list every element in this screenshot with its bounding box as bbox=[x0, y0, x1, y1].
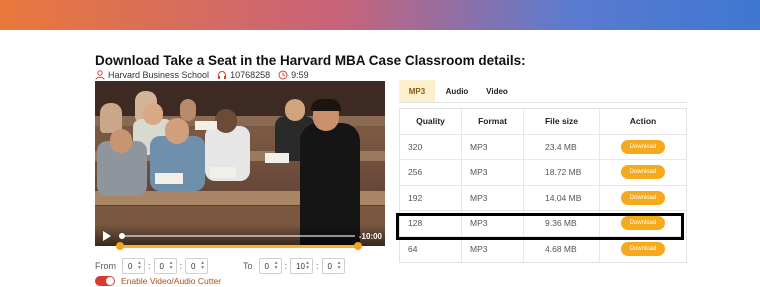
video-time: -10:00 bbox=[358, 232, 382, 241]
from-seconds-input[interactable]: 0 ▲ ▼ bbox=[185, 258, 209, 274]
from-hours-value: 0 bbox=[128, 261, 133, 271]
time-separator: : bbox=[316, 261, 319, 271]
author-meta: Harvard Business School bbox=[95, 70, 209, 80]
quality-cell: 64 bbox=[400, 236, 462, 262]
quality-cell: 320 bbox=[400, 134, 462, 159]
meta-row: Harvard Business School 10768258 9:59 bbox=[95, 70, 317, 80]
size-cell: 14.04 MB bbox=[524, 185, 600, 210]
time-separator: : bbox=[179, 261, 183, 271]
scene-namecard bbox=[265, 153, 289, 163]
download-button[interactable]: Download bbox=[621, 165, 665, 180]
spinner-arrows-icon[interactable]: ▲ ▼ bbox=[305, 261, 310, 271]
video-progress-knob[interactable] bbox=[119, 233, 125, 239]
header-quality: Quality bbox=[400, 109, 462, 134]
spinner-arrows-icon[interactable]: ▲ ▼ bbox=[274, 261, 279, 271]
quality-cell: 256 bbox=[400, 160, 462, 185]
cutter-toggle[interactable] bbox=[95, 276, 115, 286]
format-cell: MP3 bbox=[462, 236, 524, 262]
video-player[interactable]: -10:00 bbox=[95, 81, 385, 246]
size-cell: 23.4 MB bbox=[524, 134, 600, 159]
play-icon[interactable] bbox=[103, 231, 111, 241]
to-seconds-value: 0 bbox=[327, 261, 332, 271]
scene-professor-hair bbox=[311, 99, 341, 111]
table-row: 192 MP3 14.04 MB Download bbox=[400, 185, 686, 211]
table-row: 320 MP3 23.4 MB Download bbox=[400, 134, 686, 160]
size-cell: 4.68 MB bbox=[524, 236, 600, 262]
download-button[interactable]: Download bbox=[621, 139, 665, 154]
action-cell: Download bbox=[600, 186, 686, 211]
header-file-size: File size bbox=[524, 109, 600, 134]
spinner-arrows-icon[interactable]: ▲ ▼ bbox=[137, 261, 142, 271]
action-cell: Download bbox=[600, 135, 686, 160]
tab-audio[interactable]: Audio bbox=[439, 80, 475, 102]
quality-cell: 192 bbox=[400, 185, 462, 210]
to-hours-input[interactable]: 0 ▲ ▼ bbox=[258, 258, 282, 274]
cutter-toggle-label: Enable Video/Audio Cutter bbox=[121, 276, 222, 286]
scene-person bbox=[215, 109, 237, 133]
cutter-from-row: From 0 ▲ ▼ : 0 ▲ ▼ : 0 ▲ ▼ bbox=[95, 258, 209, 274]
listens-meta: 10768258 bbox=[217, 70, 270, 80]
scene-namecard bbox=[210, 167, 236, 178]
header-format: Format bbox=[462, 109, 524, 134]
table-header: Quality Format File size Action bbox=[400, 109, 686, 135]
clock-icon bbox=[278, 70, 288, 80]
cutter-end-handle[interactable] bbox=[354, 242, 362, 250]
duration-value: 9:59 bbox=[291, 70, 309, 80]
header-action: Action bbox=[629, 116, 657, 127]
top-banner bbox=[0, 0, 760, 30]
to-hours-value: 0 bbox=[264, 261, 269, 271]
time-separator: : bbox=[148, 261, 151, 271]
scene-namecard bbox=[155, 173, 183, 184]
from-hours-input[interactable]: 0 ▲ ▼ bbox=[122, 258, 145, 274]
action-cell: Download bbox=[600, 237, 686, 263]
page-title: Download Take a Seat in the Harvard MBA … bbox=[95, 53, 526, 68]
scene-namecard bbox=[195, 121, 217, 130]
action-cell: Download bbox=[600, 160, 686, 185]
scene-person bbox=[143, 103, 163, 125]
scene-person bbox=[165, 118, 189, 144]
video-progress-track[interactable] bbox=[122, 235, 355, 237]
to-label: To bbox=[243, 261, 253, 271]
from-minutes-input[interactable]: 0 ▲ ▼ bbox=[153, 258, 177, 274]
format-tabs: MP3 Audio Video bbox=[399, 80, 687, 103]
scene-person bbox=[180, 99, 196, 121]
author-name[interactable]: Harvard Business School bbox=[108, 70, 209, 80]
to-seconds-input[interactable]: 0 ▲ ▼ bbox=[321, 258, 345, 274]
from-label: From bbox=[95, 261, 116, 271]
to-minutes-input[interactable]: 10 ▲ ▼ bbox=[290, 258, 314, 274]
tab-video[interactable]: Video bbox=[479, 80, 515, 102]
user-icon bbox=[95, 70, 105, 80]
size-cell: 18.72 MB bbox=[524, 160, 600, 185]
scene-person bbox=[285, 99, 305, 121]
cutter-toggle-row: Enable Video/Audio Cutter bbox=[95, 276, 221, 286]
table-row: 64 MP3 4.68 MB Download bbox=[400, 236, 686, 263]
time-separator: : bbox=[284, 261, 288, 271]
cutter-start-handle[interactable] bbox=[116, 242, 124, 250]
format-cell: MP3 bbox=[462, 134, 524, 159]
from-minutes-value: 0 bbox=[159, 261, 164, 271]
format-cell: MP3 bbox=[462, 185, 524, 210]
to-minutes-value: 10 bbox=[296, 261, 305, 271]
listens-count: 10768258 bbox=[230, 70, 271, 80]
cutter-range-track[interactable] bbox=[119, 245, 358, 248]
download-button[interactable]: Download bbox=[621, 242, 665, 257]
headphones-icon bbox=[218, 71, 227, 79]
duration-meta: 9:59 bbox=[278, 70, 309, 80]
scene-person bbox=[110, 129, 132, 153]
cutter-to-row: To 0 ▲ ▼ : 10 ▲ ▼ : 0 ▲ ▼ bbox=[243, 258, 345, 274]
from-seconds-value: 0 bbox=[191, 261, 196, 271]
spinner-arrows-icon[interactable]: ▲ ▼ bbox=[200, 261, 205, 271]
highlight-box bbox=[396, 213, 684, 240]
format-cell: MP3 bbox=[462, 160, 524, 185]
tab-mp3[interactable]: MP3 bbox=[399, 80, 435, 102]
download-button[interactable]: Download bbox=[621, 190, 665, 205]
table-row: 256 MP3 18.72 MB Download bbox=[400, 160, 686, 186]
spinner-arrows-icon[interactable]: ▲ ▼ bbox=[337, 261, 342, 271]
spinner-arrows-icon[interactable]: ▲ ▼ bbox=[169, 261, 174, 271]
